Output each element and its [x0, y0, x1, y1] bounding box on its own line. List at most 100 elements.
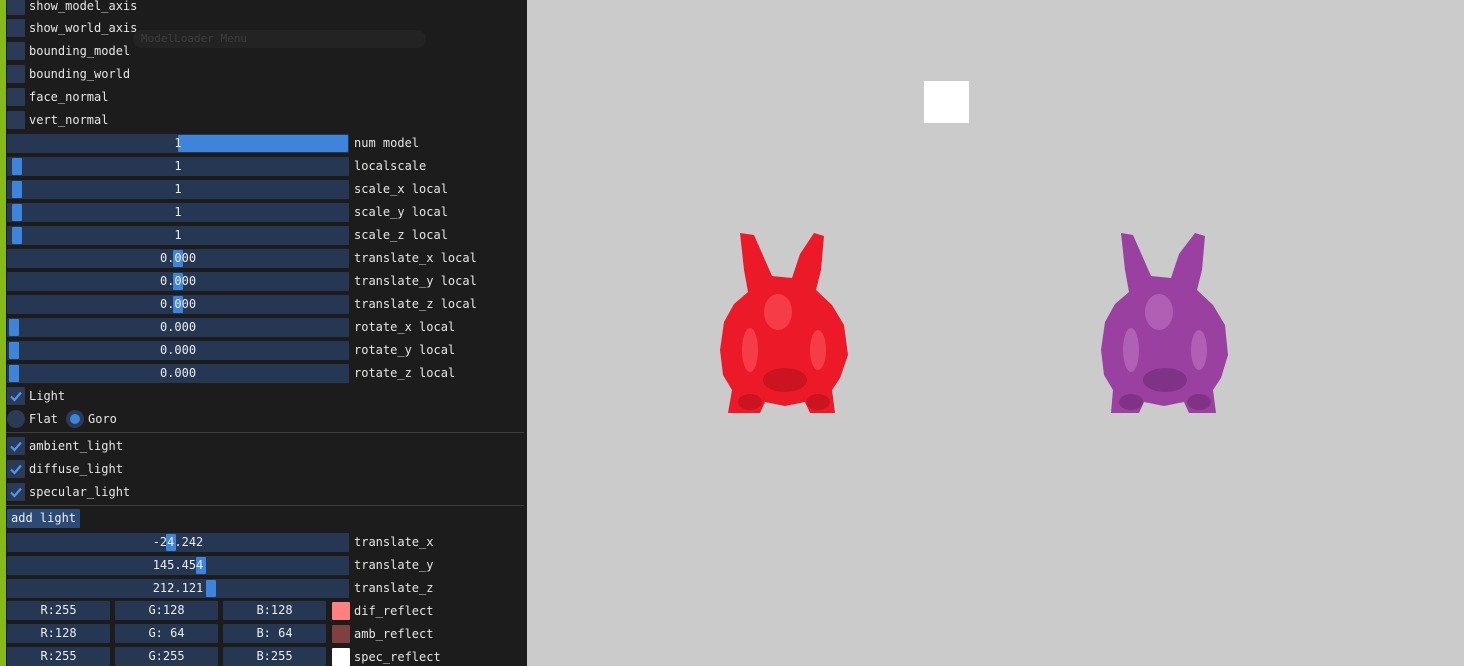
color-b-field[interactable]: B:128	[223, 601, 326, 620]
slider-track[interactable]: 212.121	[7, 579, 349, 598]
slider-label: rotate_y local	[354, 343, 456, 357]
toggle-label: vert_normal	[29, 113, 109, 127]
toggle-label: specular_light	[29, 485, 131, 499]
checkbox[interactable]	[7, 65, 25, 83]
slider-track[interactable]: 1	[7, 226, 349, 245]
slider-track[interactable]: 1	[7, 203, 349, 222]
checkmark-icon	[10, 391, 22, 402]
color-swatch[interactable]	[332, 648, 350, 666]
color-g-field[interactable]: G:128	[115, 601, 218, 620]
toggle-label: bounding_model	[29, 44, 131, 58]
slider-track[interactable]: 0.000	[7, 272, 349, 291]
color-edit-amb-reflect: R:128 G: 64 B: 64 amb_reflect	[6, 624, 526, 644]
color-r-field[interactable]: R:255	[7, 647, 110, 666]
slider-label: translate_x local	[354, 251, 477, 265]
slider-label: scale_y local	[354, 205, 448, 219]
color-g-field[interactable]: G: 64	[115, 624, 218, 643]
slider-track[interactable]: 0.000	[7, 249, 349, 268]
checkbox[interactable]	[7, 437, 25, 455]
toggle-label: diffuse_light	[29, 462, 123, 476]
add-light-button[interactable]: add light	[7, 509, 81, 528]
slider-label: localscale	[354, 159, 427, 173]
checkbox[interactable]	[7, 387, 25, 405]
slider-track[interactable]: 0.000	[7, 364, 349, 383]
separator	[6, 505, 524, 506]
toggle-label: show_world_axis	[29, 21, 138, 35]
toggle-label: ambient_light	[29, 439, 123, 453]
slider-label: scale_z local	[354, 228, 448, 242]
color-r-field[interactable]: R:255	[7, 601, 110, 620]
color-g-field[interactable]: G:255	[115, 647, 218, 666]
shading-radio-group: Flat Goro	[6, 409, 126, 429]
radio-goro[interactable]	[66, 410, 84, 428]
control-panel: ModelLoader Menu show_model_axis show_wo…	[0, 0, 527, 666]
slider-label: translate_y	[354, 558, 434, 572]
slider-label: translate_z	[354, 581, 434, 595]
color-swatch[interactable]	[332, 602, 350, 620]
panel-accent-edge	[0, 0, 6, 666]
color-label: spec_reflect	[354, 650, 441, 664]
checkbox[interactable]	[7, 0, 25, 15]
checkbox[interactable]	[7, 42, 25, 60]
slider-value: -24.242	[152, 535, 204, 549]
color-b-field[interactable]: B:255	[223, 647, 326, 666]
slider-value: 145.454	[152, 558, 204, 572]
slider-value: 0.000	[159, 274, 197, 288]
radio-label-flat: Flat	[29, 412, 58, 426]
radio-flat[interactable]	[7, 410, 25, 428]
radio-label-goro: Goro	[88, 412, 117, 426]
toggle-label: Light	[29, 389, 66, 403]
slider-label: rotate_z local	[354, 366, 456, 380]
bunny-model-red	[720, 233, 848, 413]
slider-value: 0.000	[159, 343, 197, 357]
slider-label: rotate_x local	[354, 320, 456, 334]
slider-value: 1	[174, 136, 182, 150]
radio-dot	[70, 414, 80, 424]
slider-label: translate_z local	[354, 297, 477, 311]
slider-track[interactable]: -24.242	[7, 533, 349, 552]
slider-label: translate_y local	[354, 274, 477, 288]
render-viewport[interactable]	[527, 0, 1464, 666]
slider-value: 212.121	[152, 581, 204, 595]
color-r-field[interactable]: R:128	[7, 624, 110, 643]
slider-track[interactable]: 1	[7, 157, 349, 176]
color-swatch[interactable]	[332, 625, 350, 643]
slider-value: 1	[174, 182, 182, 196]
bunny-model-purple	[1101, 233, 1228, 413]
slider-label: translate_x	[354, 535, 434, 549]
checkbox[interactable]	[7, 88, 25, 106]
slider-track[interactable]: 0.000	[7, 318, 349, 337]
slider-value: 0.000	[159, 366, 197, 380]
slider-value: 0.000	[159, 251, 197, 265]
checkbox[interactable]	[7, 460, 25, 478]
slider-value: 0.000	[159, 297, 197, 311]
toggle-label: show_model_axis	[29, 0, 138, 13]
color-label: dif_reflect	[354, 604, 434, 618]
slider-track[interactable]: 0.000	[7, 295, 349, 314]
slider-value: 1	[174, 205, 182, 219]
slider-value: 0.000	[159, 320, 197, 334]
slider-value: 1	[174, 159, 182, 173]
checkbox[interactable]	[7, 19, 25, 37]
slider-value: 1	[174, 228, 182, 242]
checkmark-icon	[10, 441, 22, 452]
color-edit-dif-reflect: R:255 G:128 B:128 dif_reflect	[6, 601, 526, 621]
slider-track[interactable]: 145.454	[7, 556, 349, 575]
slider-track[interactable]: 1	[7, 180, 349, 199]
slider-label: scale_x local	[354, 182, 448, 196]
slider-track[interactable]: 0.000	[7, 341, 349, 360]
slider-track[interactable]: 1	[7, 134, 349, 153]
color-edit-spec-reflect: R:255 G:255 B:255 spec_reflect	[6, 647, 526, 666]
checkmark-icon	[10, 487, 22, 498]
ghost-menu-title: ModelLoader Menu	[133, 30, 426, 48]
color-label: amb_reflect	[354, 627, 434, 641]
toggle-label: bounding_world	[29, 67, 131, 81]
toggle-label: face_normal	[29, 90, 109, 104]
light-source-marker	[924, 81, 969, 123]
slider-label: num model	[354, 136, 420, 150]
separator	[6, 432, 524, 433]
checkmark-icon	[10, 464, 22, 475]
checkbox[interactable]	[7, 483, 25, 501]
color-b-field[interactable]: B: 64	[223, 624, 326, 643]
checkbox[interactable]	[7, 111, 25, 129]
